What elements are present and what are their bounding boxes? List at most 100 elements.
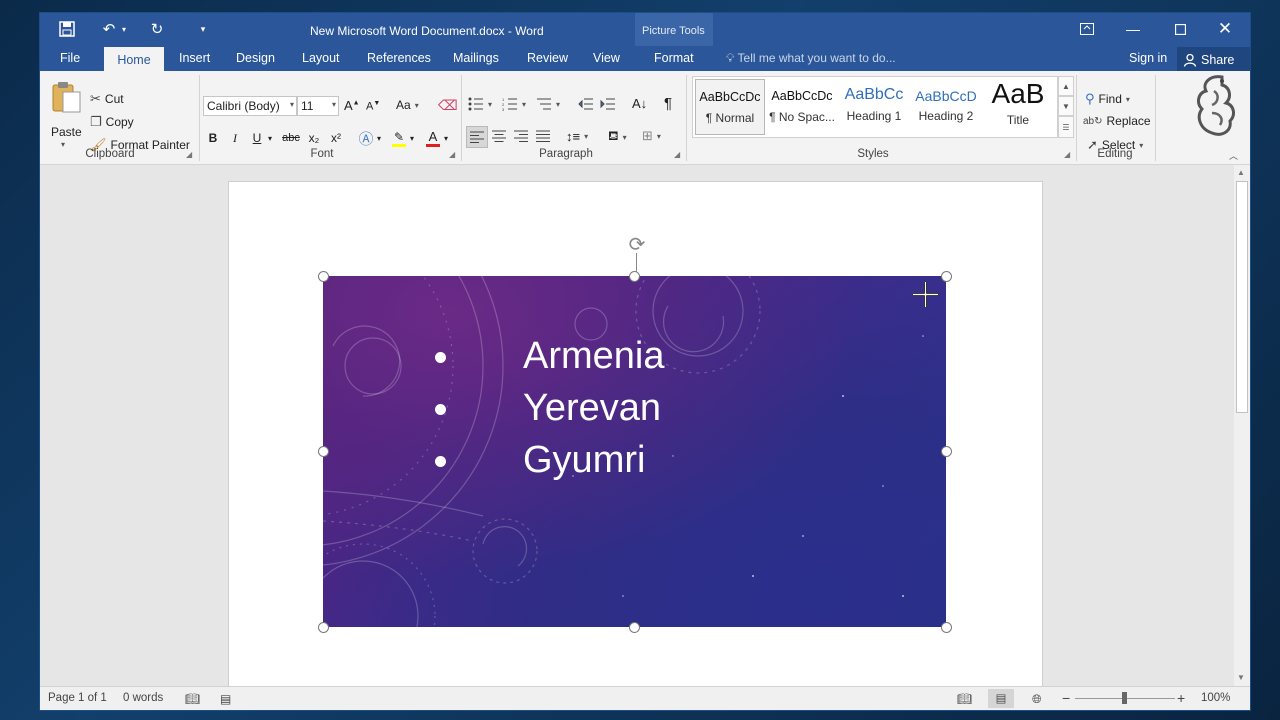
resize-handle-top[interactable] bbox=[629, 271, 640, 282]
sign-in-link[interactable]: Sign in bbox=[1129, 51, 1167, 65]
resize-handle-bottom[interactable] bbox=[629, 622, 640, 633]
zoom-in-icon[interactable]: + bbox=[1177, 690, 1185, 706]
underline-button[interactable]: U bbox=[247, 128, 267, 148]
collapse-ribbon-icon[interactable]: ︿ bbox=[1229, 149, 1238, 162]
font-size-combo[interactable]: 11 ▾ bbox=[297, 96, 339, 116]
change-case-button[interactable]: Aa ▾ bbox=[396, 98, 419, 112]
clear-formatting-icon[interactable]: ⌫ bbox=[438, 97, 458, 114]
save-icon[interactable] bbox=[56, 19, 78, 39]
font-launcher-icon[interactable]: ◢ bbox=[449, 150, 455, 159]
underline-dropdown-icon[interactable]: ▾ bbox=[265, 128, 275, 148]
paste-button[interactable] bbox=[50, 77, 86, 115]
inserted-picture[interactable]: Armenia Yerevan Gyumri bbox=[323, 276, 946, 627]
resize-handle-top-right[interactable] bbox=[941, 271, 952, 282]
strikethrough-button[interactable]: abc bbox=[280, 128, 302, 148]
styles-launcher-icon[interactable]: ◢ bbox=[1064, 150, 1070, 159]
zoom-out-icon[interactable]: − bbox=[1062, 690, 1070, 706]
read-mode-icon[interactable]: 📖︎ bbox=[957, 692, 972, 706]
align-center-icon[interactable] bbox=[492, 130, 506, 142]
resize-handle-right[interactable] bbox=[941, 446, 952, 457]
tab-view[interactable]: View bbox=[593, 51, 620, 65]
customize-qat-icon[interactable]: ▾ bbox=[192, 19, 214, 39]
gallery-more-icon[interactable]: ☰ bbox=[1058, 116, 1074, 138]
paste-dropdown-icon[interactable]: ▾ bbox=[61, 140, 65, 149]
borders-button[interactable]: ⊞ ▾ bbox=[642, 128, 661, 144]
resize-handle-bottom-right[interactable] bbox=[941, 622, 952, 633]
redo-icon[interactable]: ↻ bbox=[146, 19, 168, 39]
print-layout-icon[interactable]: ▤ bbox=[988, 689, 1014, 708]
web-layout-icon[interactable]: 🌐︎ bbox=[1032, 692, 1042, 707]
gallery-up-icon[interactable]: ▲ bbox=[1058, 76, 1074, 96]
font-name-combo[interactable]: Calibri (Body) ▾ bbox=[203, 96, 297, 116]
shading-button[interactable]: ⛾ ▾ bbox=[608, 128, 627, 146]
resize-handle-bottom-left[interactable] bbox=[318, 622, 329, 633]
scroll-down-icon[interactable]: ▼ bbox=[1237, 673, 1245, 682]
italic-button[interactable]: I bbox=[225, 128, 245, 148]
page-count[interactable]: Page 1 of 1 bbox=[48, 692, 107, 704]
share-button[interactable]: Share bbox=[1177, 47, 1250, 72]
justify-icon[interactable] bbox=[536, 130, 550, 142]
word-count[interactable]: 0 words bbox=[123, 692, 163, 704]
scrollbar-thumb[interactable] bbox=[1236, 181, 1248, 413]
shrink-font-button[interactable]: A▼ bbox=[366, 100, 380, 113]
zoom-level[interactable]: 100% bbox=[1201, 692, 1230, 704]
increase-indent-icon[interactable] bbox=[600, 97, 616, 111]
tab-home[interactable]: Home bbox=[104, 47, 164, 72]
proofing-icon[interactable]: 📖︎ bbox=[185, 692, 200, 706]
font-color-button[interactable]: A bbox=[423, 128, 443, 148]
tab-format[interactable]: Format bbox=[654, 51, 694, 65]
tab-layout[interactable]: Layout bbox=[302, 51, 340, 65]
style-heading-2[interactable]: AaBbCcD Heading 2 bbox=[911, 79, 981, 135]
close-icon[interactable]: ✕ bbox=[1211, 18, 1239, 40]
bullets-button[interactable]: ▾ bbox=[468, 97, 492, 111]
superscript-button[interactable]: x² bbox=[326, 128, 346, 148]
resize-handle-left[interactable] bbox=[318, 446, 329, 457]
clipboard-launcher-icon[interactable]: ◢ bbox=[186, 150, 192, 159]
bold-button[interactable]: B bbox=[203, 128, 223, 148]
show-formatting-marks-icon[interactable]: ¶ bbox=[664, 95, 672, 112]
minimize-icon[interactable]: — bbox=[1119, 18, 1147, 40]
gallery-down-icon[interactable]: ▼ bbox=[1058, 96, 1074, 116]
highlight-color-button[interactable]: ✎ bbox=[389, 128, 409, 148]
cut-button[interactable]: ✂︎ Cut bbox=[90, 91, 124, 107]
subscript-button[interactable]: x₂ bbox=[304, 128, 324, 148]
tab-file[interactable]: File bbox=[60, 51, 80, 65]
macro-recording-icon[interactable]: ▤ bbox=[220, 692, 231, 706]
style-no-spacing[interactable]: AaBbCcDc ¶ No Spac... bbox=[767, 79, 837, 135]
style-title[interactable]: AaB Title bbox=[983, 79, 1053, 135]
resize-handle-top-left[interactable] bbox=[318, 271, 329, 282]
tab-mailings[interactable]: Mailings bbox=[453, 51, 499, 65]
style-heading-1[interactable]: AaBbCc Heading 1 bbox=[839, 79, 909, 135]
tab-design[interactable]: Design bbox=[236, 51, 275, 65]
chevron-down-icon[interactable]: ▾ bbox=[441, 128, 451, 148]
align-right-icon[interactable] bbox=[514, 130, 528, 142]
sort-icon[interactable]: A↓ bbox=[632, 96, 647, 111]
chevron-down-icon[interactable]: ▾ bbox=[374, 128, 384, 148]
tab-review[interactable]: Review bbox=[527, 51, 568, 65]
zoom-slider-thumb[interactable] bbox=[1122, 692, 1127, 704]
text-effects-icon[interactable]: Ⓐ bbox=[356, 128, 376, 148]
numbering-button[interactable]: 123 ▾ bbox=[502, 97, 526, 111]
rotate-handle-icon[interactable]: ⟳ bbox=[625, 232, 649, 256]
grow-font-button[interactable]: A▲ bbox=[344, 98, 360, 113]
ribbon-display-options-icon[interactable] bbox=[1073, 18, 1101, 40]
vertical-scrollbar[interactable]: ▲ ▼ bbox=[1234, 165, 1250, 686]
replace-button[interactable]: ab↻ Replace bbox=[1083, 114, 1151, 128]
maximize-icon[interactable] bbox=[1166, 18, 1194, 40]
paste-label[interactable]: Paste bbox=[51, 125, 82, 139]
line-spacing-button[interactable]: ↕≡ ▾ bbox=[566, 129, 588, 144]
undo-dropdown-icon[interactable]: ▾ bbox=[118, 19, 130, 39]
tell-me-search[interactable]: 💡︎ Tell me what you want to do... bbox=[726, 51, 896, 66]
undo-icon[interactable]: ↶ bbox=[98, 19, 120, 39]
scroll-up-icon[interactable]: ▲ bbox=[1237, 168, 1245, 177]
paragraph-launcher-icon[interactable]: ◢ bbox=[674, 150, 680, 159]
tab-references[interactable]: References bbox=[367, 51, 431, 65]
multilevel-list-button[interactable]: ▾ bbox=[536, 97, 560, 111]
chevron-down-icon[interactable]: ▾ bbox=[407, 128, 417, 148]
copy-button[interactable]: ❐ Copy bbox=[90, 114, 134, 130]
tab-insert[interactable]: Insert bbox=[179, 51, 210, 65]
find-button[interactable]: ⚲ Find ▾ bbox=[1085, 91, 1130, 107]
style-normal[interactable]: AaBbCcDc ¶ Normal bbox=[695, 79, 765, 135]
align-left-button[interactable] bbox=[466, 126, 488, 148]
decrease-indent-icon[interactable] bbox=[578, 97, 594, 111]
